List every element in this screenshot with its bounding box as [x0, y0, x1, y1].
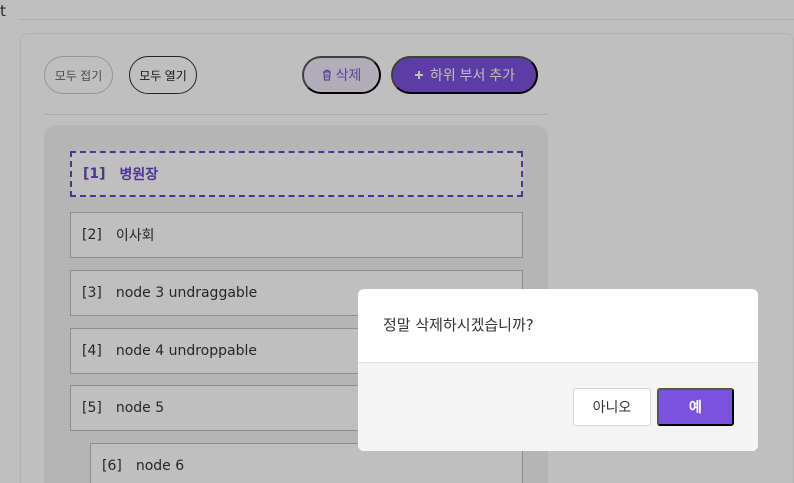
dialog-message: 정말 삭제하시겠습니까?: [383, 316, 534, 334]
yes-button[interactable]: 예: [657, 388, 734, 426]
confirm-delete-dialog: 정말 삭제하시겠습니까? 아니오 예: [358, 289, 758, 451]
no-button[interactable]: 아니오: [573, 388, 651, 426]
dialog-footer: 아니오 예: [358, 362, 758, 451]
